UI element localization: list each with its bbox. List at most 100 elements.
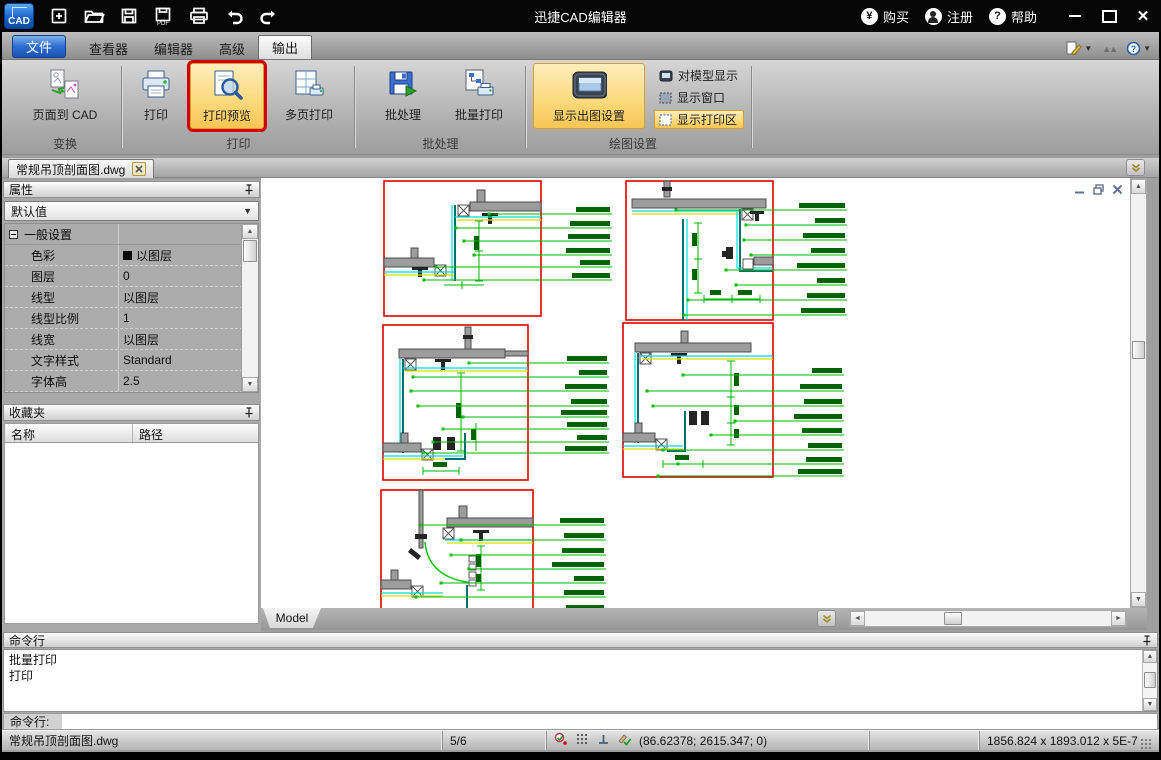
preset-value: 默认值 [11,204,48,219]
yen-icon [860,7,878,25]
cad-detail-1 [383,180,612,317]
scrollbar-thumb[interactable] [243,240,257,262]
canvas-vertical-scrollbar[interactable] [1130,178,1147,608]
layout-list-dropdown-button[interactable] [817,610,836,627]
property-group-row[interactable]: 一般设置 [5,224,258,245]
customize-icon[interactable]: ▼ [1066,41,1092,56]
maximize-button[interactable] [1101,8,1117,24]
property-row-color[interactable]: 色彩 以图层 [5,245,258,266]
buy-button[interactable]: 购买 [860,7,909,26]
register-button[interactable]: 注册 [924,7,973,26]
command-history[interactable]: 批量打印 打印 [3,649,1158,712]
favorites-col-name[interactable]: 名称 [5,424,133,442]
scrollbar-thumb[interactable] [1132,341,1145,359]
title-bar: CAD PDF 迅捷CAD编辑器 购买 [0,0,1161,32]
pin-icon[interactable] [244,184,254,195]
status-spacer [870,731,980,750]
tab-close-icon[interactable] [132,162,147,176]
property-preset-select[interactable]: 默认值 ▼ [4,201,259,221]
favorites-list[interactable] [4,443,259,624]
document-tab[interactable]: 常规吊顶剖面图.dwg [8,159,155,178]
show-window-button[interactable]: 显示窗口 [654,88,732,107]
property-row-text-style[interactable]: 文字样式 Standard [5,350,258,371]
help-button[interactable]: 帮助 [988,7,1037,26]
monitor-small-icon [659,70,673,81]
open-icon[interactable] [81,4,107,28]
property-row-lineweight[interactable]: 线宽 以图层 [5,329,258,350]
save-pdf-icon[interactable]: PDF [151,4,177,28]
canvas-horizontal-scrollbar[interactable] [849,610,1127,627]
property-row-layer[interactable]: 图层 0 [5,266,258,287]
tab-advanced[interactable]: 高级 [206,37,258,59]
scroll-down-icon[interactable] [1131,592,1146,607]
layout-tab-bar: Model [261,608,1147,630]
mdi-minimize-icon[interactable] [1073,183,1086,196]
scrollbar-thumb[interactable] [944,612,962,625]
favorites-col-path[interactable]: 路径 [133,424,258,442]
page-to-cad-button[interactable]: 页面到 CAD [22,63,108,129]
property-row-linetype-scale[interactable]: 线型比例 1 [5,308,258,329]
multipage-print-button[interactable]: 多页打印 [272,63,346,129]
cad-drawing[interactable] [261,178,1130,608]
new-file-icon[interactable] [46,4,72,28]
property-row-linetype[interactable]: 线型 以图层 [5,287,258,308]
help-ribbon-icon[interactable]: ? ▼ [1126,41,1151,56]
properties-scrollbar[interactable] [241,224,258,392]
property-row-text-height[interactable]: 字体高 2.5 [5,371,258,392]
document-tab-bar: 常规吊顶剖面图.dwg [2,158,1159,178]
resize-grip[interactable] [1140,738,1152,750]
print-area-icon [659,114,672,125]
chevron-down-icon [1131,163,1140,172]
batch-button[interactable]: 批处理 [375,63,431,129]
minimize-button[interactable] [1067,8,1083,24]
osnap-icon[interactable] [554,732,568,749]
collapse-ribbon-icon[interactable]: ▲▲ [1102,44,1118,54]
model-tab[interactable]: Model [263,608,321,628]
tab-output[interactable]: 输出 [258,35,313,59]
app-window: CAD PDF 迅捷CAD编辑器 购买 [0,0,1161,760]
command-input[interactable] [62,714,1157,729]
scroll-up-icon[interactable] [1143,650,1157,663]
status-filename: 常规吊顶剖面图.dwg [2,731,443,750]
scroll-down-icon[interactable] [1143,698,1157,711]
print-icon[interactable] [186,4,212,28]
print-button[interactable]: 打印 [130,63,182,129]
tab-viewer[interactable]: 查看器 [76,37,141,59]
to-model-display-button[interactable]: 对模型显示 [654,66,745,85]
pin-icon[interactable] [1142,634,1152,646]
ribbon-tab-bar: 文件 查看器 编辑器 高级 输出 ▼ ▲▲ ? ▼ [2,32,1159,60]
tab-list-dropdown-button[interactable] [1126,159,1145,176]
polar-icon[interactable] [617,732,632,749]
tab-file[interactable]: 文件 [12,35,66,58]
scroll-down-icon[interactable] [242,377,258,392]
redo-icon[interactable] [256,4,282,28]
ortho-icon[interactable] [596,732,610,749]
batch-print-button[interactable]: 批量打印 [445,63,513,129]
question-icon [988,7,1006,25]
scroll-up-icon[interactable] [1131,179,1146,194]
show-print-area-button[interactable]: 显示打印区 [654,110,745,129]
close-button[interactable] [1135,8,1151,24]
pin-icon[interactable] [244,407,254,418]
app-logo[interactable]: CAD [4,3,34,29]
grid-icon[interactable] [575,732,589,749]
scroll-right-icon[interactable] [1111,611,1126,626]
tab-editor[interactable]: 编辑器 [141,37,206,59]
collapse-icon[interactable] [9,229,18,239]
scrollbar-thumb[interactable] [1144,672,1156,688]
mdi-restore-icon[interactable] [1092,183,1105,196]
favorites-title: 收藏夹 [9,406,46,420]
mdi-close-icon[interactable] [1111,183,1124,196]
drawing-canvas[interactable] [261,178,1130,608]
show-plot-settings-button[interactable]: 显示出图设置 [533,63,645,129]
print-preview-button[interactable]: 打印预览 [187,60,267,132]
group-separator [751,66,753,148]
scroll-left-icon[interactable] [850,611,865,626]
print-preview-icon [209,68,245,104]
app-content: 文件 查看器 编辑器 高级 输出 ▼ ▲▲ ? ▼ 页面到 CAD 变换 打印 … [2,32,1159,752]
scroll-up-icon[interactable] [242,224,258,239]
save-icon[interactable] [116,4,142,28]
command-scrollbar[interactable] [1142,650,1157,711]
status-page-indicator: 5/6 [443,731,547,750]
undo-icon[interactable] [221,4,247,28]
